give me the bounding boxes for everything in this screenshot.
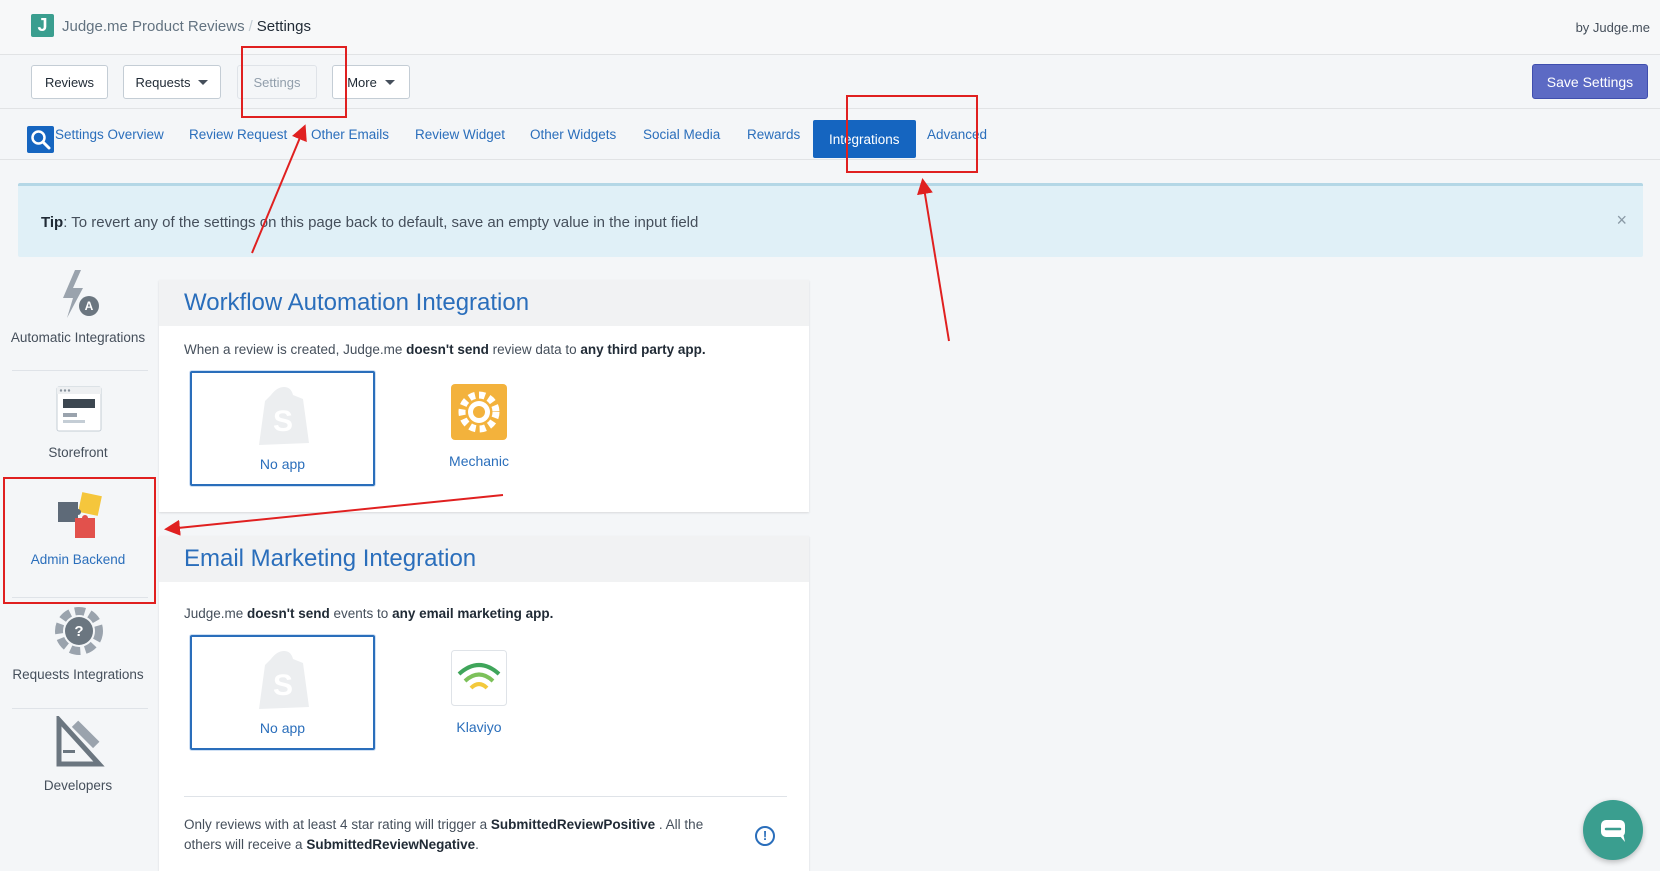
chat-launcher-button[interactable] (1583, 800, 1643, 860)
annotation-arrows (164, 124, 950, 536)
chat-icon (1601, 820, 1625, 842)
